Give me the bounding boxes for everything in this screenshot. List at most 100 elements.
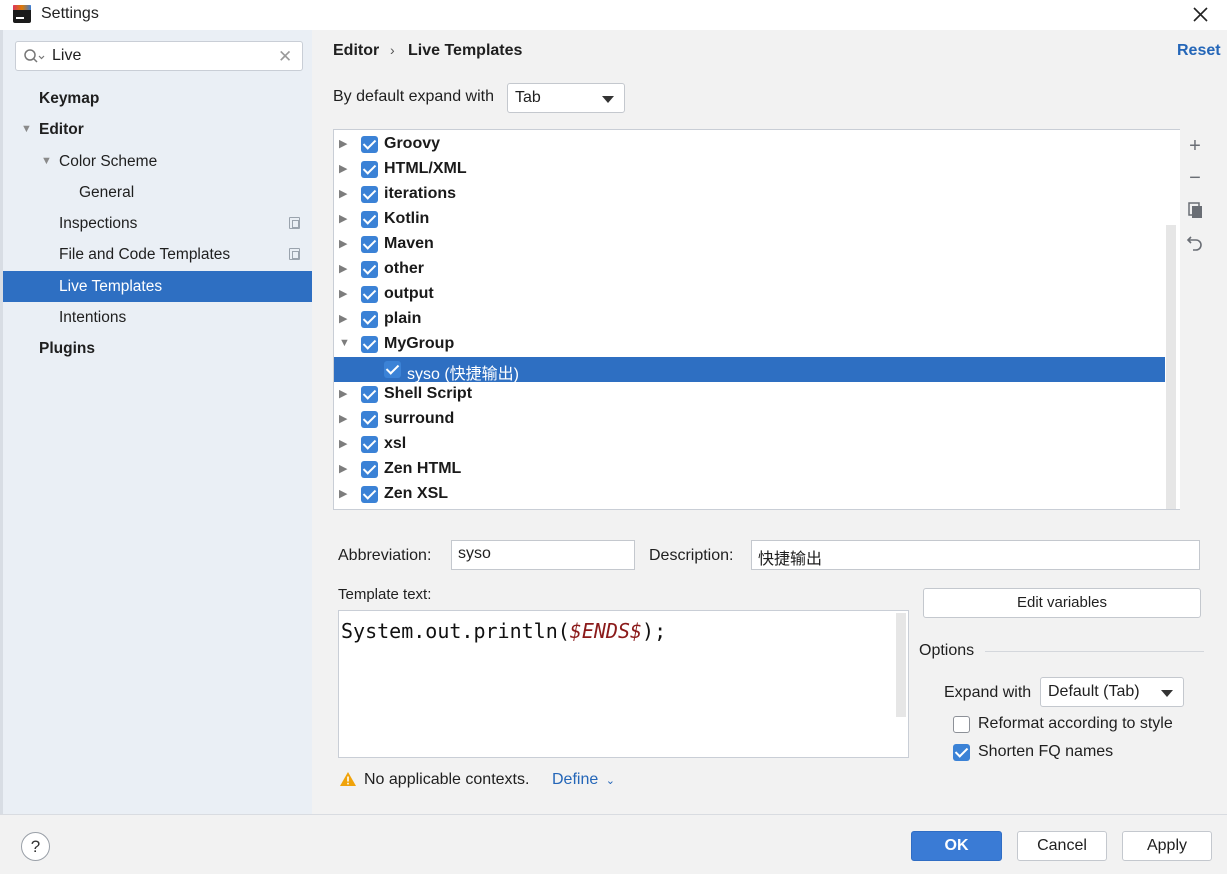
expand-arrow-icon[interactable]: ▶	[339, 187, 347, 200]
cancel-button[interactable]: Cancel	[1017, 831, 1107, 861]
tree-group-html-xml[interactable]: ▶ HTML/XML	[334, 157, 1179, 182]
expand-arrow-icon[interactable]: ▶	[339, 412, 347, 425]
group-checkbox[interactable]	[361, 186, 378, 203]
tree-group-maven[interactable]: ▶ Maven	[334, 232, 1179, 257]
tree-group-iterations[interactable]: ▶ iterations	[334, 182, 1179, 207]
chevron-down-icon: ⌄	[605, 775, 615, 787]
sidebar-item-general[interactable]: General	[3, 177, 312, 208]
sidebar-item-label: Live Templates	[59, 278, 163, 295]
clear-search-icon[interactable]: ✕	[278, 47, 292, 67]
sidebar-item-editor[interactable]: ▼ Editor	[3, 114, 312, 145]
tree-group-zen-xsl[interactable]: ▶ Zen XSL	[334, 482, 1179, 507]
warning-icon	[339, 771, 357, 787]
collapse-arrow-icon[interactable]: ▼	[41, 146, 52, 177]
breadcrumb-editor[interactable]: Editor	[333, 42, 379, 60]
editor-scrollbar[interactable]	[896, 613, 906, 717]
template-code-prefix: System.out.println(	[341, 619, 570, 643]
sidebar-item-intentions[interactable]: Intentions	[3, 302, 312, 333]
tree-group-kotlin[interactable]: ▶ Kotlin	[334, 207, 1179, 232]
group-checkbox[interactable]	[361, 311, 378, 328]
add-icon[interactable]: +	[1184, 135, 1206, 157]
expand-arrow-icon[interactable]: ▶	[339, 212, 347, 225]
search-value: Live	[52, 47, 82, 64]
tree-template-syso[interactable]: syso (快捷输出)	[334, 357, 1179, 383]
copy-icon[interactable]	[1184, 201, 1206, 223]
expand-arrow-icon[interactable]: ▶	[339, 137, 347, 150]
close-icon[interactable]	[1188, 2, 1214, 28]
tree-group-plain[interactable]: ▶ plain	[334, 307, 1179, 332]
sidebar-item-inspections[interactable]: Inspections	[3, 208, 312, 239]
group-checkbox[interactable]	[361, 486, 378, 503]
tree-scrollbar[interactable]	[1166, 225, 1176, 509]
tree-group-label: iterations	[384, 185, 457, 202]
tree-group-label: xsl	[384, 435, 407, 452]
sidebar-item-label: Plugins	[39, 340, 95, 357]
sidebar-item-keymap[interactable]: Keymap	[3, 83, 312, 114]
apply-button[interactable]: Apply	[1122, 831, 1212, 861]
expand-arrow-icon[interactable]: ▶	[339, 387, 347, 400]
define-label: Define	[552, 771, 599, 788]
sidebar-item-color-scheme[interactable]: ▼ Color Scheme	[3, 146, 312, 177]
expand-arrow-icon[interactable]: ▶	[339, 262, 347, 275]
default-expand-dropdown[interactable]: Tab	[507, 83, 625, 113]
sidebar-item-file-and-code-templates[interactable]: File and Code Templates	[3, 239, 312, 270]
template-text-editor[interactable]: System.out.println($ENDS$);	[338, 610, 909, 758]
group-checkbox[interactable]	[361, 411, 378, 428]
collapse-arrow-icon[interactable]: ▼	[339, 337, 350, 349]
tree-group-other[interactable]: ▶ other	[334, 257, 1179, 282]
group-checkbox[interactable]	[361, 386, 378, 403]
tree-group-output[interactable]: ▶ output	[334, 282, 1179, 307]
tree-group-surround[interactable]: ▶ surround	[334, 407, 1179, 432]
undo-icon[interactable]	[1184, 233, 1206, 255]
expand-arrow-icon[interactable]: ▶	[339, 287, 347, 300]
reformat-checkbox[interactable]	[953, 716, 970, 733]
shorten-fq-label: Shorten FQ names	[978, 743, 1114, 760]
expand-arrow-icon[interactable]: ▶	[339, 487, 347, 500]
group-checkbox[interactable]	[361, 211, 378, 228]
ok-button[interactable]: OK	[911, 831, 1002, 861]
reset-link[interactable]: Reset	[1177, 42, 1221, 60]
group-checkbox[interactable]	[361, 286, 378, 303]
chevron-down-icon	[1161, 690, 1173, 697]
tree-group-label: plain	[384, 310, 422, 327]
collapse-arrow-icon[interactable]: ▼	[21, 114, 32, 145]
intellij-app-icon	[13, 5, 31, 23]
group-checkbox[interactable]	[361, 336, 378, 353]
breadcrumb-live-templates: Live Templates	[408, 42, 523, 59]
search-input[interactable]: Live ✕	[15, 41, 303, 71]
shorten-fq-checkbox[interactable]	[953, 744, 970, 761]
expand-arrow-icon[interactable]: ▶	[339, 312, 347, 325]
template-checkbox[interactable]	[384, 361, 401, 378]
tree-group-groovy[interactable]: ▶ Groovy	[334, 132, 1179, 157]
tree-group-shell-script[interactable]: ▶ Shell Script	[334, 382, 1179, 407]
expand-with-dropdown[interactable]: Default (Tab)	[1040, 677, 1184, 707]
group-checkbox[interactable]	[361, 261, 378, 278]
group-checkbox[interactable]	[361, 436, 378, 453]
group-checkbox[interactable]	[361, 161, 378, 178]
warning-text: No applicable contexts.	[364, 771, 530, 788]
group-checkbox[interactable]	[361, 136, 378, 153]
default-expand-label: By default expand with	[333, 88, 494, 105]
sidebar-item-plugins[interactable]: Plugins	[3, 333, 312, 364]
tree-group-xsl[interactable]: ▶ xsl	[334, 432, 1179, 457]
expand-arrow-icon[interactable]: ▶	[339, 237, 347, 250]
edit-variables-button[interactable]: Edit variables	[923, 588, 1201, 618]
sidebar-item-live-templates[interactable]: Live Templates	[3, 271, 312, 302]
expand-arrow-icon[interactable]: ▶	[339, 462, 347, 475]
tree-group-mygroup[interactable]: ▼ MyGroup	[334, 332, 1179, 357]
group-checkbox[interactable]	[361, 236, 378, 253]
description-field[interactable]: 快捷输出	[751, 540, 1200, 570]
abbreviation-field[interactable]: syso	[451, 540, 635, 570]
options-title: Options	[919, 642, 975, 659]
define-link[interactable]: Define ⌄	[552, 771, 615, 789]
remove-icon[interactable]: −	[1184, 167, 1206, 189]
template-variable: $ENDS$	[569, 619, 643, 643]
sidebar-item-label: Intentions	[59, 309, 127, 326]
template-code-suffix: );	[642, 619, 667, 643]
tree-template-label: syso (快捷输出)	[407, 366, 520, 383]
help-button[interactable]: ?	[21, 832, 50, 861]
group-checkbox[interactable]	[361, 461, 378, 478]
tree-group-zen-html[interactable]: ▶ Zen HTML	[334, 457, 1179, 482]
expand-arrow-icon[interactable]: ▶	[339, 437, 347, 450]
expand-arrow-icon[interactable]: ▶	[339, 162, 347, 175]
